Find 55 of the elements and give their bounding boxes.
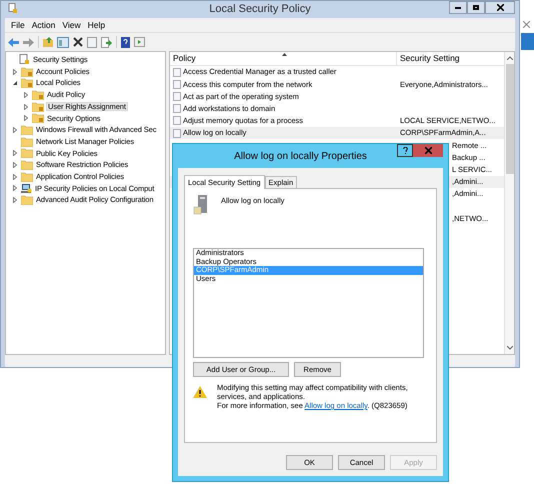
document-lock-icon: [19, 54, 30, 66]
back-arrow-icon[interactable]: [8, 38, 19, 46]
folder-lock-icon: [32, 102, 44, 112]
app-icon: [8, 3, 18, 14]
delete-icon[interactable]: [73, 37, 83, 47]
menu-item[interactable]: View: [60, 18, 83, 32]
window-icon[interactable]: [134, 37, 145, 47]
expand-arrow-icon[interactable]: [22, 115, 28, 122]
minimize-button[interactable]: [449, 1, 467, 14]
folder-icon: [21, 124, 33, 135]
folder-lock-icon: [32, 113, 44, 124]
folder-icon: [21, 136, 33, 147]
warning-icon: [193, 386, 207, 398]
expand-arrow-icon[interactable]: [12, 174, 18, 180]
scrollbar[interactable]: [504, 52, 514, 354]
sort-arrow-icon: [282, 53, 287, 56]
export-icon[interactable]: [101, 36, 112, 48]
folder-icon: [21, 160, 33, 170]
menu-item[interactable]: Help: [86, 18, 108, 32]
window-edge: [521, 33, 534, 50]
pane-toggle-icon[interactable]: [57, 36, 69, 48]
expand-arrow-icon[interactable]: [12, 185, 18, 192]
close-icon[interactable]: [523, 21, 530, 28]
expand-arrow-icon[interactable]: [22, 92, 28, 98]
dialog-title: Allow log on locally Properties: [234, 150, 368, 164]
maximize-button[interactable]: [467, 1, 485, 14]
window-title: Local Security Policy: [209, 2, 311, 18]
question-mark-icon: [402, 147, 408, 154]
folder-icon: [21, 148, 33, 158]
expand-arrow-icon[interactable]: [12, 68, 18, 75]
menu-item[interactable]: File: [9, 18, 27, 32]
folder-lock-icon: [21, 66, 33, 77]
close-button[interactable]: [485, 1, 515, 14]
folder-icon: [21, 195, 33, 206]
help-icon[interactable]: [121, 36, 130, 48]
folder-icon: [21, 172, 33, 182]
expand-arrow-icon[interactable]: [12, 150, 18, 156]
expand-arrow-icon[interactable]: [12, 162, 18, 168]
collapse-arrow-icon[interactable]: [12, 80, 18, 86]
close-icon: [496, 4, 504, 11]
expand-arrow-icon[interactable]: [12, 126, 18, 133]
column-header[interactable]: Security Setting: [397, 52, 504, 65]
scroll-up-icon[interactable]: [506, 56, 512, 60]
close-icon: [424, 147, 432, 154]
help-button[interactable]: [397, 144, 413, 157]
server-icon: [193, 195, 209, 215]
folder-lock-icon: [32, 90, 44, 100]
expand-arrow-icon[interactable]: [22, 104, 28, 110]
scroll-thumb[interactable]: [506, 64, 514, 174]
folder-lock-icon: [21, 78, 33, 88]
menu-item[interactable]: Action: [30, 18, 58, 32]
scroll-down-icon[interactable]: [506, 346, 512, 350]
expand-arrow-icon[interactable]: [12, 197, 18, 204]
folder-up-icon[interactable]: [43, 37, 53, 47]
computer-shield-icon: [21, 182, 32, 194]
